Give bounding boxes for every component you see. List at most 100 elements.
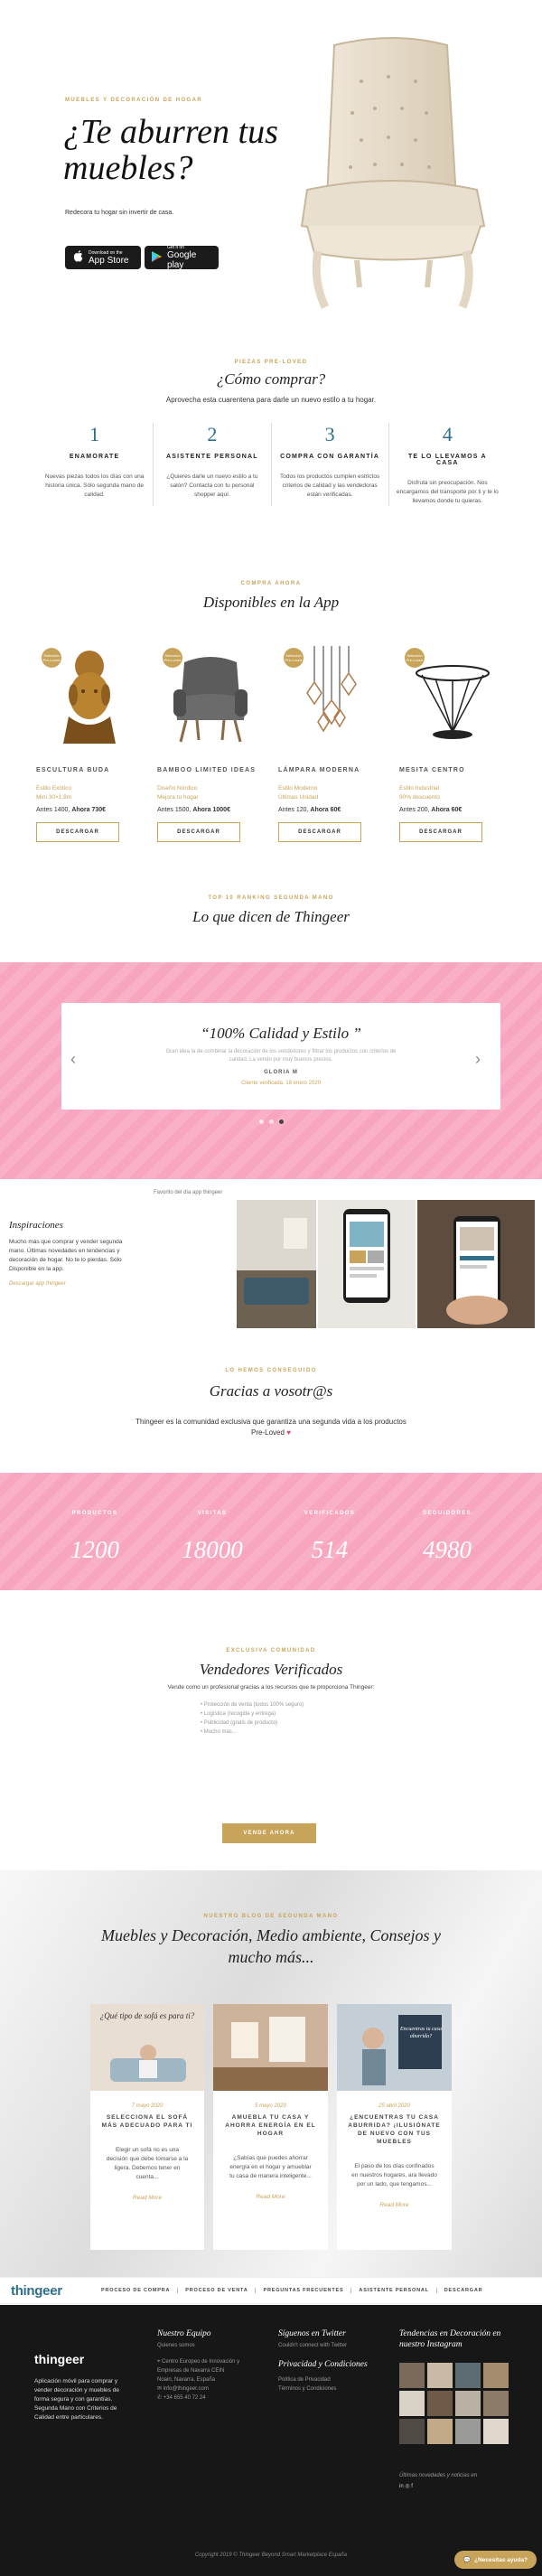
phone-line[interactable]: ✆ +34 655 40 72 24 bbox=[157, 2393, 257, 2403]
help-chat-button[interactable]: 💬 ¿Necesitas ayuda? bbox=[454, 2551, 537, 2569]
benefit-item: Protección de venta (todos 100% seguro) bbox=[201, 1700, 304, 1710]
instagram-thumb[interactable] bbox=[427, 2419, 453, 2444]
address-text: Centro Europeo de Innovación y Empresas … bbox=[157, 2359, 240, 2374]
footer-team-title: Nuestro Equipo bbox=[157, 2329, 211, 2338]
benefits-list: Protección de venta (todos 100% seguro) … bbox=[201, 1700, 304, 1737]
favorite-caption: Favorito del día app thingeer bbox=[154, 1190, 223, 1195]
footer-twitter-title: Síguenos en Twitter bbox=[278, 2329, 346, 2338]
chevron-left-icon[interactable]: ‹ bbox=[70, 1050, 76, 1069]
product-name: ESCULTURA BUDA bbox=[36, 767, 110, 773]
sell-now-button[interactable]: VENDE AHORA bbox=[222, 1823, 316, 1843]
footer-team-column: Nuestro Equipo Quienes somos ⌖ Centro Eu… bbox=[157, 2328, 257, 2403]
app-store-button[interactable]: Download on the App Store bbox=[65, 246, 141, 269]
testimonials-section: Top 10 ranking segunda mano Lo que dicen… bbox=[0, 890, 542, 1197]
carousel-dot-active[interactable] bbox=[278, 1119, 284, 1124]
download-button[interactable]: DESCARGAR bbox=[157, 822, 240, 842]
download-button[interactable]: DESCARGAR bbox=[399, 822, 482, 842]
verified-sellers-section: Exclusiva comunidad Vendedores Verificad… bbox=[0, 1617, 542, 1843]
navbar-logo[interactable]: thingeer bbox=[11, 2283, 62, 2299]
nav-link-download[interactable]: DESCARGAR bbox=[435, 2288, 491, 2293]
post-title[interactable]: ¿ENCUENTRAS TU CASA ABURRIDA? ¡ILUSIÓNAT… bbox=[348, 2113, 441, 2146]
footer-team-sub[interactable]: Quienes somos bbox=[157, 2343, 257, 2348]
phone-icon: ✆ bbox=[157, 2395, 164, 2401]
instagram-thumb[interactable] bbox=[455, 2391, 481, 2416]
thanks-section: Lo hemos conseguido Gracias a vosotr@s T… bbox=[0, 1355, 542, 1464]
thanks-title: Gracias a vosotr@s bbox=[209, 1382, 333, 1400]
instagram-thumb[interactable] bbox=[399, 2363, 425, 2388]
download-button[interactable]: DESCARGAR bbox=[36, 822, 119, 842]
mail-icon: ✉ bbox=[157, 2386, 164, 2392]
inspirations-section: Favorito del día app thingeer Inspiracio… bbox=[0, 1184, 542, 1328]
instagram-thumb[interactable] bbox=[483, 2363, 509, 2388]
download-button[interactable]: DESCARGAR bbox=[278, 822, 361, 842]
stats-row: PRODUCTOS 1200 VISITAS 18000 VERIFICADOS 51… bbox=[36, 1511, 506, 1564]
product-style: Estilo Industrial bbox=[399, 785, 440, 792]
social-icons[interactable]: in ◎ f bbox=[399, 2482, 511, 2491]
carousel-dot[interactable] bbox=[268, 1119, 274, 1124]
blog-post-card[interactable]: Encuentras tu casa aburrida? 25 abril 20… bbox=[337, 2004, 452, 2250]
instagram-thumb[interactable] bbox=[427, 2391, 453, 2416]
blog-post-card[interactable]: ¿Qué tipo de sofá es para ti? 7 mayo 202… bbox=[90, 2004, 204, 2250]
testimonial-author: GLORIA M bbox=[264, 1070, 298, 1075]
price-now: Ahora 1000€ bbox=[192, 807, 230, 813]
instagram-thumb[interactable] bbox=[427, 2363, 453, 2388]
download-app-link[interactable]: Descargar app thingeer bbox=[9, 1281, 136, 1287]
carousel-dot[interactable] bbox=[258, 1119, 264, 1124]
product-image-lamp: Selección Pre-Loved bbox=[278, 646, 385, 745]
preloved-badge: Selección Pre-Loved bbox=[163, 648, 182, 668]
nav-link-buy-process[interactable]: PROCESO DE COMPRA bbox=[94, 2288, 177, 2293]
product-card[interactable]: Selección Pre-Loved MESITA CENTRO Estilo… bbox=[399, 646, 506, 863]
stat-followers: SEGUIDORES 4980 bbox=[388, 1511, 506, 1564]
read-more-link[interactable]: Read More bbox=[90, 2195, 204, 2201]
post-excerpt: El paso de los días confinados en nuestr… bbox=[351, 2163, 437, 2187]
read-more-link[interactable]: Read More bbox=[337, 2202, 452, 2208]
nav-link-faq[interactable]: PREGUNTAS FRECUENTES bbox=[255, 2288, 350, 2293]
verified-intro: Vende como un profesional gracias a los … bbox=[167, 1684, 375, 1691]
city-text: Noain, Navarra, España bbox=[157, 2377, 216, 2383]
step-title: COMPRA CON GARANTÍA bbox=[280, 454, 380, 460]
instagram-thumb[interactable] bbox=[399, 2391, 425, 2416]
privacy-policy-link[interactable]: Política de Privacidad bbox=[278, 2375, 387, 2384]
email-line[interactable]: ✉ info@thingeer.com bbox=[157, 2384, 257, 2393]
step-number: 3 bbox=[324, 423, 335, 445]
instagram-thumb[interactable] bbox=[455, 2363, 481, 2388]
product-card[interactable]: Selección Pre-Loved BAMBOO LIMITED IDEAS… bbox=[157, 646, 264, 863]
google-play-button[interactable]: Get it on Google play bbox=[145, 245, 219, 270]
stat-label: PRODUCTOS bbox=[71, 1511, 118, 1516]
instagram-grid bbox=[399, 2363, 509, 2444]
inspirations-heading: Inspiraciones bbox=[9, 1220, 63, 1231]
nav-link-sell-process[interactable]: PROCESO DE VENTA bbox=[177, 2288, 255, 2293]
post-title[interactable]: SELECCIONA EL SOFÁ MÁS ADECUADO PARA TI bbox=[101, 2113, 193, 2130]
post-excerpt: Elegir un sofá no es una decisión que de… bbox=[106, 2147, 189, 2180]
instagram-thumb[interactable] bbox=[455, 2419, 481, 2444]
step-1: 1 ENAMORATE Nuevas piezas todos los días… bbox=[36, 423, 153, 506]
price-now: Ahora 60€ bbox=[310, 807, 341, 813]
product-grid: Selección Pre-Loved ESCULTURA BUDA Estil… bbox=[36, 646, 506, 863]
nav-link-personal-assistant[interactable]: ASISTENTE PERSONAL bbox=[350, 2288, 435, 2293]
read-more-link[interactable]: Read More bbox=[213, 2194, 328, 2200]
instagram-thumb[interactable] bbox=[483, 2391, 509, 2416]
product-style: Estilo Moderno bbox=[278, 785, 318, 792]
footer-navbar: thingeer PROCESO DE COMPRA PROCESO DE VE… bbox=[0, 2277, 542, 2304]
carousel-dots bbox=[0, 1119, 542, 1124]
footer-logo[interactable]: thingeer bbox=[34, 2352, 84, 2366]
product-card[interactable]: Selección Pre-Loved LÁMPARA MODERNA Esti… bbox=[278, 646, 385, 863]
product-card[interactable]: Selección Pre-Loved ESCULTURA BUDA Estil… bbox=[36, 646, 143, 863]
blog-post-card[interactable]: 5 mayo 2020 AMUEBLA TU CASA Y AHORRA ENE… bbox=[213, 2004, 328, 2250]
post-excerpt: ¿Sabías que puedes ahorrar energía en el… bbox=[229, 2155, 312, 2179]
step-number: 2 bbox=[207, 423, 218, 445]
instagram-thumb[interactable] bbox=[399, 2419, 425, 2444]
terms-link[interactable]: Términos y Condiciones bbox=[278, 2384, 387, 2393]
how-intro: Aprovecha esta cuarentena para darle un … bbox=[165, 396, 377, 404]
testimonial-text: Gran idea la de combinar la decoración d… bbox=[165, 1049, 397, 1063]
instagram-thumb[interactable] bbox=[483, 2419, 509, 2444]
footer: thingeer Aplicación móvil para comprar y… bbox=[0, 2305, 542, 2576]
stat-verified: VERIFICADOS 514 bbox=[271, 1511, 388, 1564]
post-title[interactable]: AMUEBLA TU CASA Y AHORRA ENERGÍA EN EL H… bbox=[224, 2113, 317, 2138]
footer-about: Aplicación móvil para comprar y vender d… bbox=[34, 2378, 119, 2421]
post-image bbox=[213, 2004, 328, 2091]
price-now: Ahora 730€ bbox=[71, 807, 107, 813]
chevron-right-icon[interactable]: › bbox=[475, 1050, 481, 1069]
products-section: Compra ahora Disponibles en la App Selec… bbox=[0, 574, 542, 872]
step-title: ENAMORATE bbox=[69, 454, 120, 460]
